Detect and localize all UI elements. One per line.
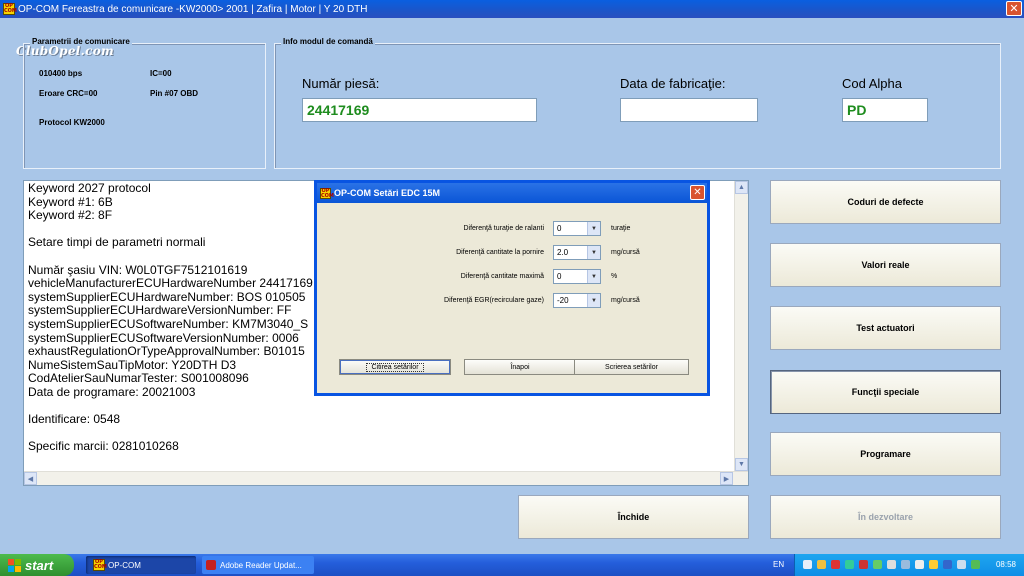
actuator-test-button[interactable]: Test actuatori bbox=[770, 306, 1001, 350]
protocol: Protocol KW2000 bbox=[39, 118, 105, 127]
dialog-title: OP-COM Setări EDC 15M bbox=[334, 188, 441, 198]
usb-icon[interactable] bbox=[901, 560, 910, 569]
volume-icon[interactable] bbox=[817, 560, 826, 569]
messenger-icon[interactable] bbox=[873, 560, 882, 569]
live-values-button[interactable]: Valori reale bbox=[770, 243, 1001, 287]
in-development-button[interactable]: În dezvoltare bbox=[770, 495, 1001, 539]
comm-params-group: Parametrii de comunicare 010400 bps IC=0… bbox=[23, 37, 266, 169]
max-quantity-unit: % bbox=[611, 273, 618, 280]
comm-params-legend: Parametrii de comunicare bbox=[30, 37, 132, 46]
chevron-down-icon[interactable]: ▼ bbox=[587, 294, 600, 307]
log-line: Specific marcii: 0281010268 bbox=[28, 439, 179, 454]
programming-button[interactable]: Programare bbox=[770, 432, 1001, 476]
taskbar-item-opcom[interactable]: OP COM OP-COM bbox=[86, 556, 196, 574]
manufacture-date-field[interactable] bbox=[620, 98, 758, 122]
log-line: Identificare: 0548 bbox=[28, 412, 121, 427]
crc-error: Eroare CRC=00 bbox=[39, 89, 98, 98]
taskbar: start OP COM OP-COM Adobe Reader Updat..… bbox=[0, 554, 1024, 576]
part-number-field[interactable]: 24417169 bbox=[302, 98, 537, 122]
start-quantity-select[interactable]: 2.0 ▼ bbox=[553, 245, 601, 260]
network-icon[interactable] bbox=[803, 560, 812, 569]
alpha-code-label: Cod Alpha bbox=[842, 76, 902, 91]
monitor-icon[interactable] bbox=[957, 560, 966, 569]
opcom-app-icon: OP COM bbox=[3, 3, 17, 15]
dialog-row: Diferenţă cantitate maximă 0 ▼ % bbox=[317, 269, 707, 285]
idle-rpm-label: Diferenţă turaţie de ralanti bbox=[463, 225, 544, 232]
chevron-down-icon[interactable]: ▼ bbox=[587, 222, 600, 235]
dialog-row: Diferenţă turaţie de ralanti 0 ▼ turaţie bbox=[317, 221, 707, 237]
opcom-app-icon: OP COM bbox=[320, 187, 334, 199]
chevron-down-icon[interactable]: ▼ bbox=[587, 270, 600, 283]
language-indicator[interactable]: EN bbox=[773, 560, 784, 569]
egr-unit: mg/cursă bbox=[611, 297, 640, 304]
read-settings-button[interactable]: Citirea setărilor bbox=[339, 359, 451, 375]
scroll-left-icon[interactable]: ◀ bbox=[24, 472, 37, 485]
dialog-row: Diferenţă cantitate la pornire 2.0 ▼ mg/c… bbox=[317, 245, 707, 261]
window-title: OP-COM Fereastra de comunicare -KW2000> … bbox=[18, 3, 368, 15]
power-icon[interactable] bbox=[929, 560, 938, 569]
egr-label: Diferenţă EGR(recirculare gaze) bbox=[444, 297, 544, 304]
scroll-up-icon[interactable]: ▲ bbox=[735, 181, 748, 194]
ic-value: IC=00 bbox=[150, 69, 172, 78]
close-button[interactable]: Închide bbox=[518, 495, 749, 539]
idle-rpm-unit: turaţie bbox=[611, 225, 631, 232]
adobe-icon bbox=[206, 560, 216, 570]
egr-select[interactable]: -20 ▼ bbox=[553, 293, 601, 308]
bluetooth-icon[interactable] bbox=[943, 560, 952, 569]
printer-icon[interactable] bbox=[887, 560, 896, 569]
title-bar: OP COM OP-COM Fereastra de comunicare -K… bbox=[0, 0, 1024, 18]
dialog-title-bar: OP COM OP-COM Setări EDC 15M ✕ bbox=[317, 183, 707, 203]
max-quantity-label: Diferenţă cantitate maximă bbox=[460, 273, 544, 280]
edc-settings-dialog: OP COM OP-COM Setări EDC 15M ✕ Diferenţă… bbox=[314, 180, 710, 396]
obd-pin: Pin #07 OBD bbox=[150, 89, 199, 98]
vertical-scrollbar[interactable]: ▲ ▼ bbox=[734, 181, 748, 471]
horizontal-scrollbar[interactable]: ◀ ▶ bbox=[24, 471, 748, 485]
system-tray: EN 08:58 bbox=[773, 554, 1024, 576]
write-settings-button[interactable]: Scrierea setărilor bbox=[574, 359, 689, 375]
scroll-down-icon[interactable]: ▼ bbox=[735, 458, 748, 471]
back-button[interactable]: Înapoi bbox=[464, 359, 576, 375]
module-info-group: Info modul de comandă Număr piesă: 24417… bbox=[274, 37, 1001, 169]
baud-rate: 010400 bps bbox=[39, 69, 83, 78]
module-info-legend: Info modul de comandă bbox=[281, 37, 375, 46]
opcom-app-icon: OP COM bbox=[93, 559, 107, 571]
start-quantity-unit: mg/cursă bbox=[611, 249, 640, 256]
start-button[interactable]: start bbox=[0, 554, 74, 576]
clock: 08:58 bbox=[995, 560, 1016, 569]
start-quantity-label: Diferenţă cantitate la pornire bbox=[456, 249, 544, 256]
fault-codes-button[interactable]: Coduri de defecte bbox=[770, 180, 1001, 224]
idle-rpm-select[interactable]: 0 ▼ bbox=[553, 221, 601, 236]
display-icon[interactable] bbox=[915, 560, 924, 569]
antivirus-icon[interactable] bbox=[831, 560, 840, 569]
security-icon[interactable] bbox=[859, 560, 868, 569]
part-number-label: Număr piesă: bbox=[302, 76, 380, 91]
update-icon[interactable] bbox=[845, 560, 854, 569]
alpha-code-field[interactable]: PD bbox=[842, 98, 928, 122]
max-quantity-select[interactable]: 0 ▼ bbox=[553, 269, 601, 284]
windows-logo-icon bbox=[8, 558, 21, 572]
sync-icon[interactable] bbox=[971, 560, 980, 569]
manufacture-date-label: Data de fabricaţie: bbox=[620, 76, 726, 91]
dialog-close-button[interactable]: ✕ bbox=[690, 185, 705, 200]
window-close-button[interactable]: ✕ bbox=[1006, 1, 1022, 16]
dialog-row: Diferenţă EGR(recirculare gaze) -20 ▼ mg/… bbox=[317, 293, 707, 309]
special-functions-button[interactable]: Funcţii speciale bbox=[770, 370, 1001, 414]
scroll-right-icon[interactable]: ▶ bbox=[720, 472, 733, 485]
taskbar-item-adobe[interactable]: Adobe Reader Updat... bbox=[202, 556, 314, 574]
chevron-down-icon[interactable]: ▼ bbox=[587, 246, 600, 259]
